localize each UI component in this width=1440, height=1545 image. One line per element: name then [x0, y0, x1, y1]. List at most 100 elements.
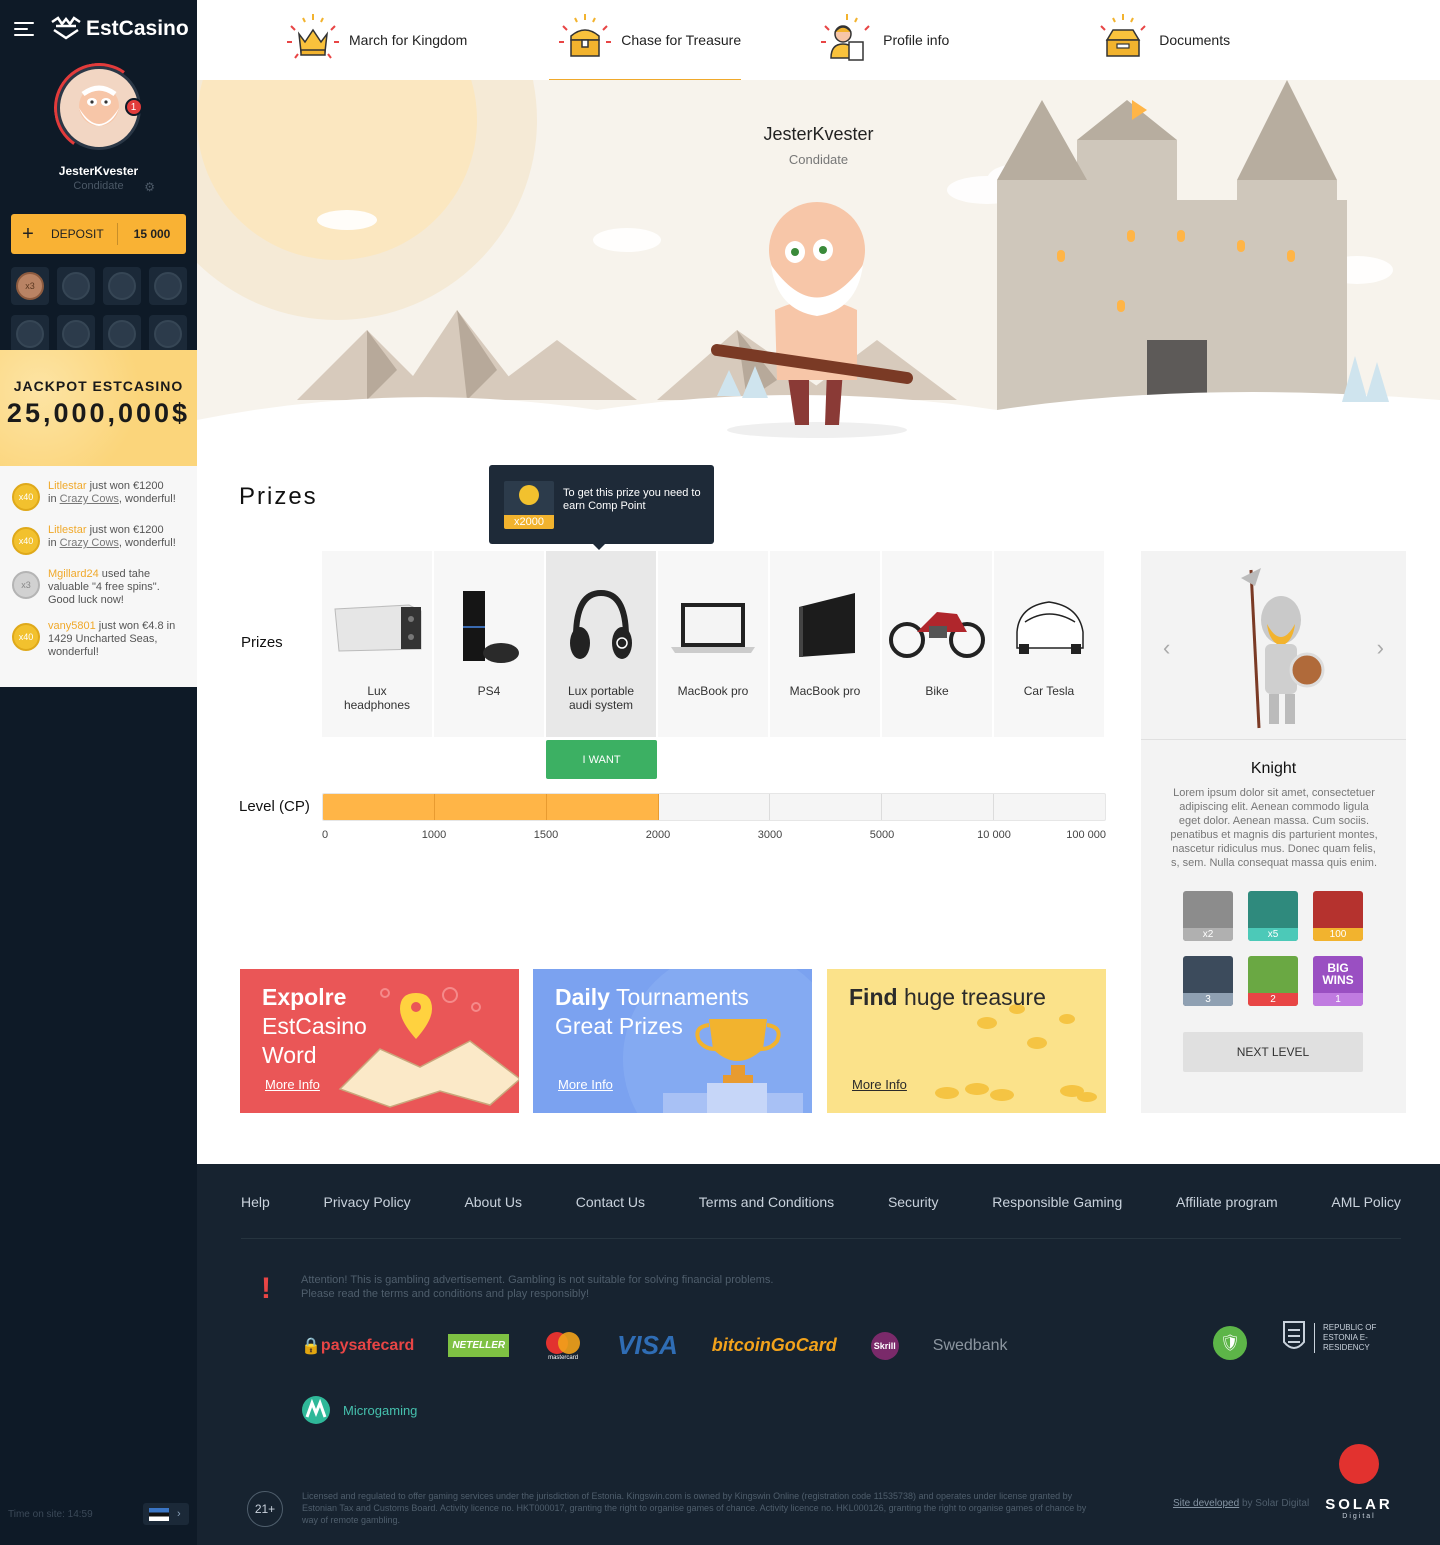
banner-tournaments[interactable]: Daily Tournaments Great Prizes More Info [533, 969, 812, 1113]
level-tick-label: 10 000 [977, 829, 1011, 841]
coin-slot[interactable] [149, 267, 187, 305]
coin-slot[interactable] [57, 315, 95, 353]
payment-label: paysafecard [320, 1336, 415, 1354]
coin-slot[interactable] [103, 315, 141, 353]
coin-slot[interactable] [103, 267, 141, 305]
notification-badge[interactable]: 1 [124, 98, 143, 116]
deposit-button[interactable]: + DEPOSIT 15 000 [11, 214, 186, 254]
microgaming-icon [302, 1396, 330, 1424]
feed-game-link[interactable]: Crazy Cows [60, 493, 119, 505]
reward-badge[interactable]: 100 [1313, 891, 1363, 941]
more-info-link[interactable]: More Info [265, 1077, 320, 1092]
site-developed-link[interactable]: Site developed [1173, 1498, 1239, 1509]
reward-badge[interactable]: 3 [1183, 956, 1233, 1006]
level-segment [882, 794, 995, 820]
prize-name: Lux headphones [343, 684, 411, 712]
estonia-flag-icon [149, 1507, 169, 1521]
jackpot-banner[interactable]: JACKPOT ESTCASINO 25,000,000$ [0, 350, 197, 466]
language-selector[interactable]: › [143, 1503, 189, 1525]
footer-link[interactable]: Terms and Conditions [699, 1194, 834, 1210]
feed-game-link[interactable]: Crazy Cows [60, 537, 119, 549]
prize-name: Lux portable audi system [567, 684, 635, 712]
solar-subtext: Digital [1342, 1513, 1376, 1520]
balance-amount: 15 000 [133, 227, 171, 241]
tab-march-for-kingdom[interactable]: March for Kingdom [277, 0, 467, 80]
coin-slot[interactable]: x3 [11, 267, 49, 305]
solar-text: SOLAR [1325, 1496, 1393, 1513]
feed-item: x3 Mgillard24 used tahe valuable "4 free… [12, 568, 187, 607]
chevron-left-icon[interactable]: ‹ [1163, 635, 1170, 661]
deposit-label: DEPOSIT [45, 223, 118, 245]
brand-name: EstCasino [86, 17, 189, 40]
feed-text: vany5801 just won €4.8 in 1429 Uncharted… [48, 620, 187, 659]
footer-divider [241, 1238, 1401, 1239]
coin-locked-icon [108, 320, 136, 348]
prize-card[interactable]: MacBook pro [658, 551, 768, 737]
swedbank-logo: Swedbank [932, 1336, 1008, 1354]
more-info-link[interactable]: More Info [558, 1077, 613, 1092]
banner-treasure[interactable]: Find huge treasure More Info [827, 969, 1106, 1113]
more-info-link[interactable]: More Info [852, 1077, 907, 1092]
prize-card[interactable]: PS4 [434, 551, 544, 737]
coin-locked-icon [108, 272, 136, 300]
banner-title-rest: huge treasure [903, 984, 1046, 1010]
feed-user[interactable]: Mgillard24 [48, 568, 99, 580]
footer-link[interactable]: Contact Us [576, 1194, 645, 1210]
footer: Help Privacy Policy About Us Contact Us Term… [197, 1164, 1440, 1545]
coin-slot[interactable] [149, 315, 187, 353]
level-segment [770, 794, 883, 820]
menu-icon[interactable] [14, 22, 34, 36]
feed-user[interactable]: Litlestar [48, 524, 87, 536]
neteller-logo: NETELLER [448, 1334, 510, 1357]
level-progress-bar [322, 793, 1106, 821]
reward-badge-label: x5 [1248, 928, 1298, 941]
feed-user[interactable]: vany5801 [48, 620, 96, 632]
feed-user[interactable]: Litlestar [48, 480, 87, 492]
tab-label: March for Kingdom [349, 32, 468, 48]
footer-link[interactable]: Security [888, 1194, 939, 1210]
coin-locked-icon [62, 272, 90, 300]
level-segment [546, 794, 659, 820]
level-tick-label: 5000 [869, 829, 895, 841]
footer-link[interactable]: Affiliate program [1176, 1194, 1278, 1210]
tab-profile-info[interactable]: Profile info [811, 0, 949, 80]
reward-badge[interactable]: x2 [1183, 891, 1233, 941]
level-segment [994, 794, 1105, 820]
prize-card[interactable]: Bike [882, 551, 992, 737]
footer-link[interactable]: Help [241, 1194, 270, 1210]
gear-icon[interactable]: ⚙ [144, 180, 155, 194]
footer-link[interactable]: About Us [464, 1194, 522, 1210]
tooltip-count: x2000 [504, 515, 554, 529]
coin-slot[interactable] [57, 267, 95, 305]
prize-card[interactable]: Lux headphones [322, 551, 432, 737]
solar-digital-logo[interactable]: SOLAR Digital [1323, 1444, 1395, 1520]
knight-character-icon [1240, 568, 1324, 729]
logo[interactable]: EstCasino [50, 16, 189, 42]
footer-link[interactable]: AML Policy [1331, 1194, 1401, 1210]
chevron-right-icon[interactable]: › [1377, 635, 1384, 661]
reward-badge[interactable]: 2 [1248, 956, 1298, 1006]
reward-badge[interactable]: BIG WINS 1 [1313, 956, 1363, 1006]
prize-card[interactable]: MacBook pro [770, 551, 880, 737]
estonia-coat-of-arms-icon [1283, 1321, 1305, 1349]
microgaming-logo: Microgaming [301, 1395, 417, 1425]
user-avatar[interactable]: 1 [46, 55, 151, 161]
i-want-button[interactable]: I WANT [546, 740, 657, 779]
footer-link[interactable]: Responsible Gaming [992, 1194, 1122, 1210]
banner-explore[interactable]: Expolre EstCasino Word More Info [240, 969, 519, 1113]
next-level-button[interactable]: NEXT LEVEL [1183, 1032, 1363, 1072]
prize-card-selected[interactable]: Lux portable audi system [546, 551, 656, 737]
motorbike-icon [882, 579, 992, 675]
jackpot-amount: 25,000,000$ [6, 398, 191, 428]
level-segment [434, 794, 547, 820]
footer-link[interactable]: Privacy Policy [324, 1194, 411, 1210]
tab-chase-for-treasure[interactable]: Chase for Treasure [549, 0, 741, 80]
prize-card[interactable]: Car Tesla [994, 551, 1104, 737]
secure-shield-icon: 🛡 [1213, 1326, 1247, 1360]
tab-documents[interactable]: Documents [1087, 0, 1230, 80]
coin-slot[interactable] [11, 315, 49, 353]
sidebar-footer: Time on site: 14:59 › [8, 1503, 189, 1525]
tab-label: Documents [1159, 32, 1231, 48]
reward-badge[interactable]: x5 [1248, 891, 1298, 941]
gold-coin-icon: x40 [12, 623, 40, 651]
